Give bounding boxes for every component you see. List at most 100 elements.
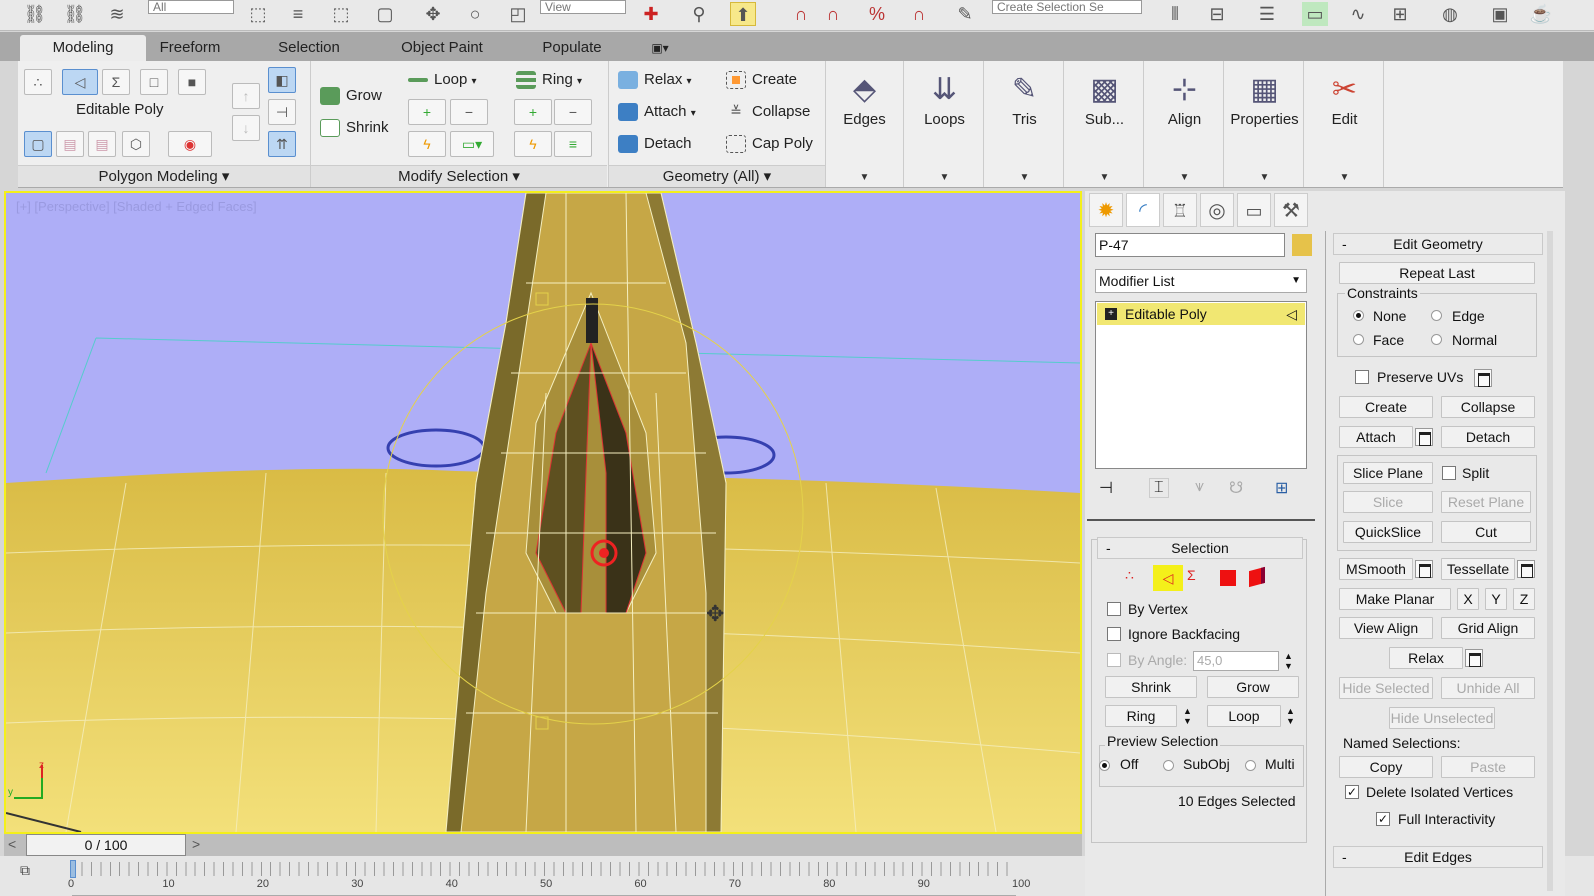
relax-settings-button[interactable] xyxy=(1465,649,1483,667)
edge-subobject-icon[interactable]: ◁ xyxy=(1153,565,1183,591)
preview-off-radio[interactable] xyxy=(1099,760,1110,771)
loop-button[interactable]: Loop xyxy=(1207,705,1281,727)
view-align-button[interactable]: View Align xyxy=(1339,617,1433,639)
subdivision-panel-button[interactable]: ▩ Sub... ▼ xyxy=(1066,61,1144,187)
planar-z-button[interactable]: Z xyxy=(1513,588,1535,610)
geometry-panel-label[interactable]: Geometry (All) ▾ xyxy=(609,165,825,187)
loop-mode-icon[interactable]: ϟ xyxy=(408,131,446,157)
spinner-snap-icon[interactable]: ∩ xyxy=(906,2,932,26)
preview-subobj-radio[interactable] xyxy=(1163,760,1174,771)
quickslice-button[interactable]: QuickSlice xyxy=(1343,521,1433,543)
ring-button[interactable]: Ring ▾ xyxy=(516,71,582,90)
material-editor-icon[interactable]: ◍ xyxy=(1437,2,1463,26)
window-crossing-icon[interactable]: ▢ xyxy=(372,2,398,26)
ring-button[interactable]: Ring xyxy=(1105,705,1177,727)
mini-curve-editor-icon[interactable]: ⧉ xyxy=(20,862,44,886)
make-unique-icon[interactable]: ⩛ xyxy=(1195,478,1204,496)
pivot-icon[interactable]: ✚ xyxy=(638,2,664,26)
shrink-ring-icon[interactable]: − xyxy=(554,99,592,125)
collapse-button[interactable]: ≚ Collapse xyxy=(726,103,810,121)
edit-edges-rollout-header[interactable]: - Edit Edges xyxy=(1333,846,1543,868)
time-slider-thumb[interactable]: 0 / 100 xyxy=(26,834,186,856)
vertex-mode-icon[interactable]: ∴ xyxy=(24,69,52,95)
cap-poly-button[interactable]: Cap Poly xyxy=(726,135,813,154)
grow-button[interactable]: Grow xyxy=(1207,676,1299,698)
select-manipulate-icon[interactable]: ⚲ xyxy=(686,2,712,26)
hierarchy-tab-icon[interactable]: ♖ xyxy=(1163,193,1197,227)
collapse-stack-icon[interactable]: ⇈ xyxy=(268,131,296,157)
polygon-subobject-icon[interactable] xyxy=(1220,570,1236,586)
edit-panel-button[interactable]: ✂ Edit ▼ xyxy=(1306,61,1384,187)
detach-button[interactable]: Detach xyxy=(618,135,692,154)
time-prev-button[interactable]: < xyxy=(8,836,26,854)
grid-align-button[interactable]: Grid Align xyxy=(1441,617,1535,639)
border-subobject-icon[interactable]: Ʃ xyxy=(1187,567,1196,583)
dot-ring-icon[interactable]: ≡ xyxy=(554,131,592,157)
edit-geometry-rollout-header[interactable]: - Edit Geometry xyxy=(1333,233,1543,255)
shrink-button[interactable]: Shrink xyxy=(1105,676,1197,698)
edit-named-selection-icon[interactable]: ✎ xyxy=(952,2,978,26)
hide-unselected-button[interactable]: Hide Unselected xyxy=(1389,707,1495,729)
attach-button[interactable]: Attach ▾ xyxy=(618,103,696,122)
tab-object-paint[interactable]: Object Paint xyxy=(392,35,492,61)
constraint-normal-radio[interactable] xyxy=(1431,334,1442,345)
tab-populate[interactable]: Populate xyxy=(534,35,610,61)
ignore-backfacing-checkbox[interactable] xyxy=(1107,627,1121,641)
display-tab-icon[interactable]: ▭ xyxy=(1237,193,1271,227)
properties-panel-button[interactable]: ▦ Properties ▼ xyxy=(1226,61,1304,187)
make-planar-button[interactable]: Make Planar xyxy=(1339,588,1451,610)
preview-subobj-icon[interactable]: ▤ xyxy=(88,131,116,157)
motion-tab-icon[interactable]: ◎ xyxy=(1200,193,1234,227)
time-cursor[interactable] xyxy=(70,860,76,878)
schematic-view-icon[interactable]: ⊞ xyxy=(1387,2,1413,26)
modify-tab-icon[interactable]: ◜ xyxy=(1126,193,1160,227)
copy-button[interactable]: Copy xyxy=(1339,756,1433,778)
layer-explorer-icon[interactable]: ☰ xyxy=(1254,2,1280,26)
attach-settings-button[interactable] xyxy=(1415,428,1433,446)
bind-space-warp-icon[interactable]: ≋ xyxy=(104,2,130,26)
select-object-icon[interactable]: ⬚ xyxy=(245,2,271,26)
loops-panel-button[interactable]: ⇊ Loops ▼ xyxy=(906,61,984,187)
ribbon-options-icon[interactable]: ▣▾ xyxy=(640,35,680,61)
create-tab-icon[interactable]: ✹ xyxy=(1089,193,1123,227)
split-checkbox[interactable] xyxy=(1442,466,1456,480)
hide-selected-button[interactable]: Hide Selected xyxy=(1339,677,1433,699)
polygon-mode-icon[interactable]: □ xyxy=(140,69,168,95)
collapse-button[interactable]: Collapse xyxy=(1441,396,1535,418)
rotate-icon[interactable]: ○ xyxy=(462,2,488,26)
utilities-tab-icon[interactable]: ⚒ xyxy=(1274,193,1308,227)
edges-panel-button[interactable]: ⬘ Edges ▼ xyxy=(826,61,904,187)
create-button[interactable]: Create xyxy=(726,71,797,90)
msmooth-button[interactable]: MSmooth xyxy=(1339,558,1413,580)
graphite-toggle-icon[interactable]: ▭ xyxy=(1302,2,1328,26)
move-down-stack-icon[interactable]: ↓ xyxy=(232,115,260,141)
keyboard-shortcut-icon[interactable]: ⬆ xyxy=(730,2,756,26)
pin-stack-icon[interactable]: ⊣ xyxy=(1099,478,1113,498)
relax-button[interactable]: Relax ▾ xyxy=(618,71,692,90)
polygon-modeling-panel-label[interactable]: Polygon Modeling ▾ xyxy=(18,165,310,187)
render-setup-icon[interactable]: ▣ xyxy=(1487,2,1513,26)
vertex-subobject-icon[interactable]: ∴ xyxy=(1125,567,1134,584)
grow-button[interactable]: Grow xyxy=(320,87,382,106)
by-vertex-checkbox[interactable] xyxy=(1107,602,1121,616)
scale-icon[interactable]: ◰ xyxy=(505,2,531,26)
tab-freeform[interactable]: Freeform xyxy=(150,35,230,61)
grow-ring-icon[interactable]: + xyxy=(514,99,552,125)
element-mode-icon[interactable]: ■ xyxy=(178,69,206,95)
loop-button[interactable]: Loop ▾ xyxy=(408,71,477,88)
command-panel-scrollbar[interactable] xyxy=(1547,231,1553,891)
constraint-face-radio[interactable] xyxy=(1353,334,1364,345)
show-end-result-icon[interactable]: ⌶ xyxy=(1149,478,1169,498)
select-by-name-icon[interactable]: ≡ xyxy=(285,2,311,26)
shrink-button[interactable]: Shrink xyxy=(320,119,389,138)
unlink-icon[interactable]: ⛓ xyxy=(62,2,88,26)
modifier-stack[interactable]: + Editable Poly ◁ xyxy=(1095,301,1307,469)
align-panel-button[interactable]: ⊹ Align ▼ xyxy=(1146,61,1224,187)
soft-selection-icon[interactable]: ◉ xyxy=(168,131,212,157)
snap-icon[interactable]: ∩ xyxy=(788,2,814,26)
move-icon[interactable]: ✥ xyxy=(420,2,446,26)
show-end-result-icon[interactable]: ◧ xyxy=(268,67,296,93)
by-angle-spinner[interactable]: ▲ ▼ xyxy=(1284,651,1293,671)
tris-panel-button[interactable]: ✎ Tris ▼ xyxy=(986,61,1064,187)
time-slider[interactable]: < 0 / 100 > xyxy=(4,834,1082,856)
